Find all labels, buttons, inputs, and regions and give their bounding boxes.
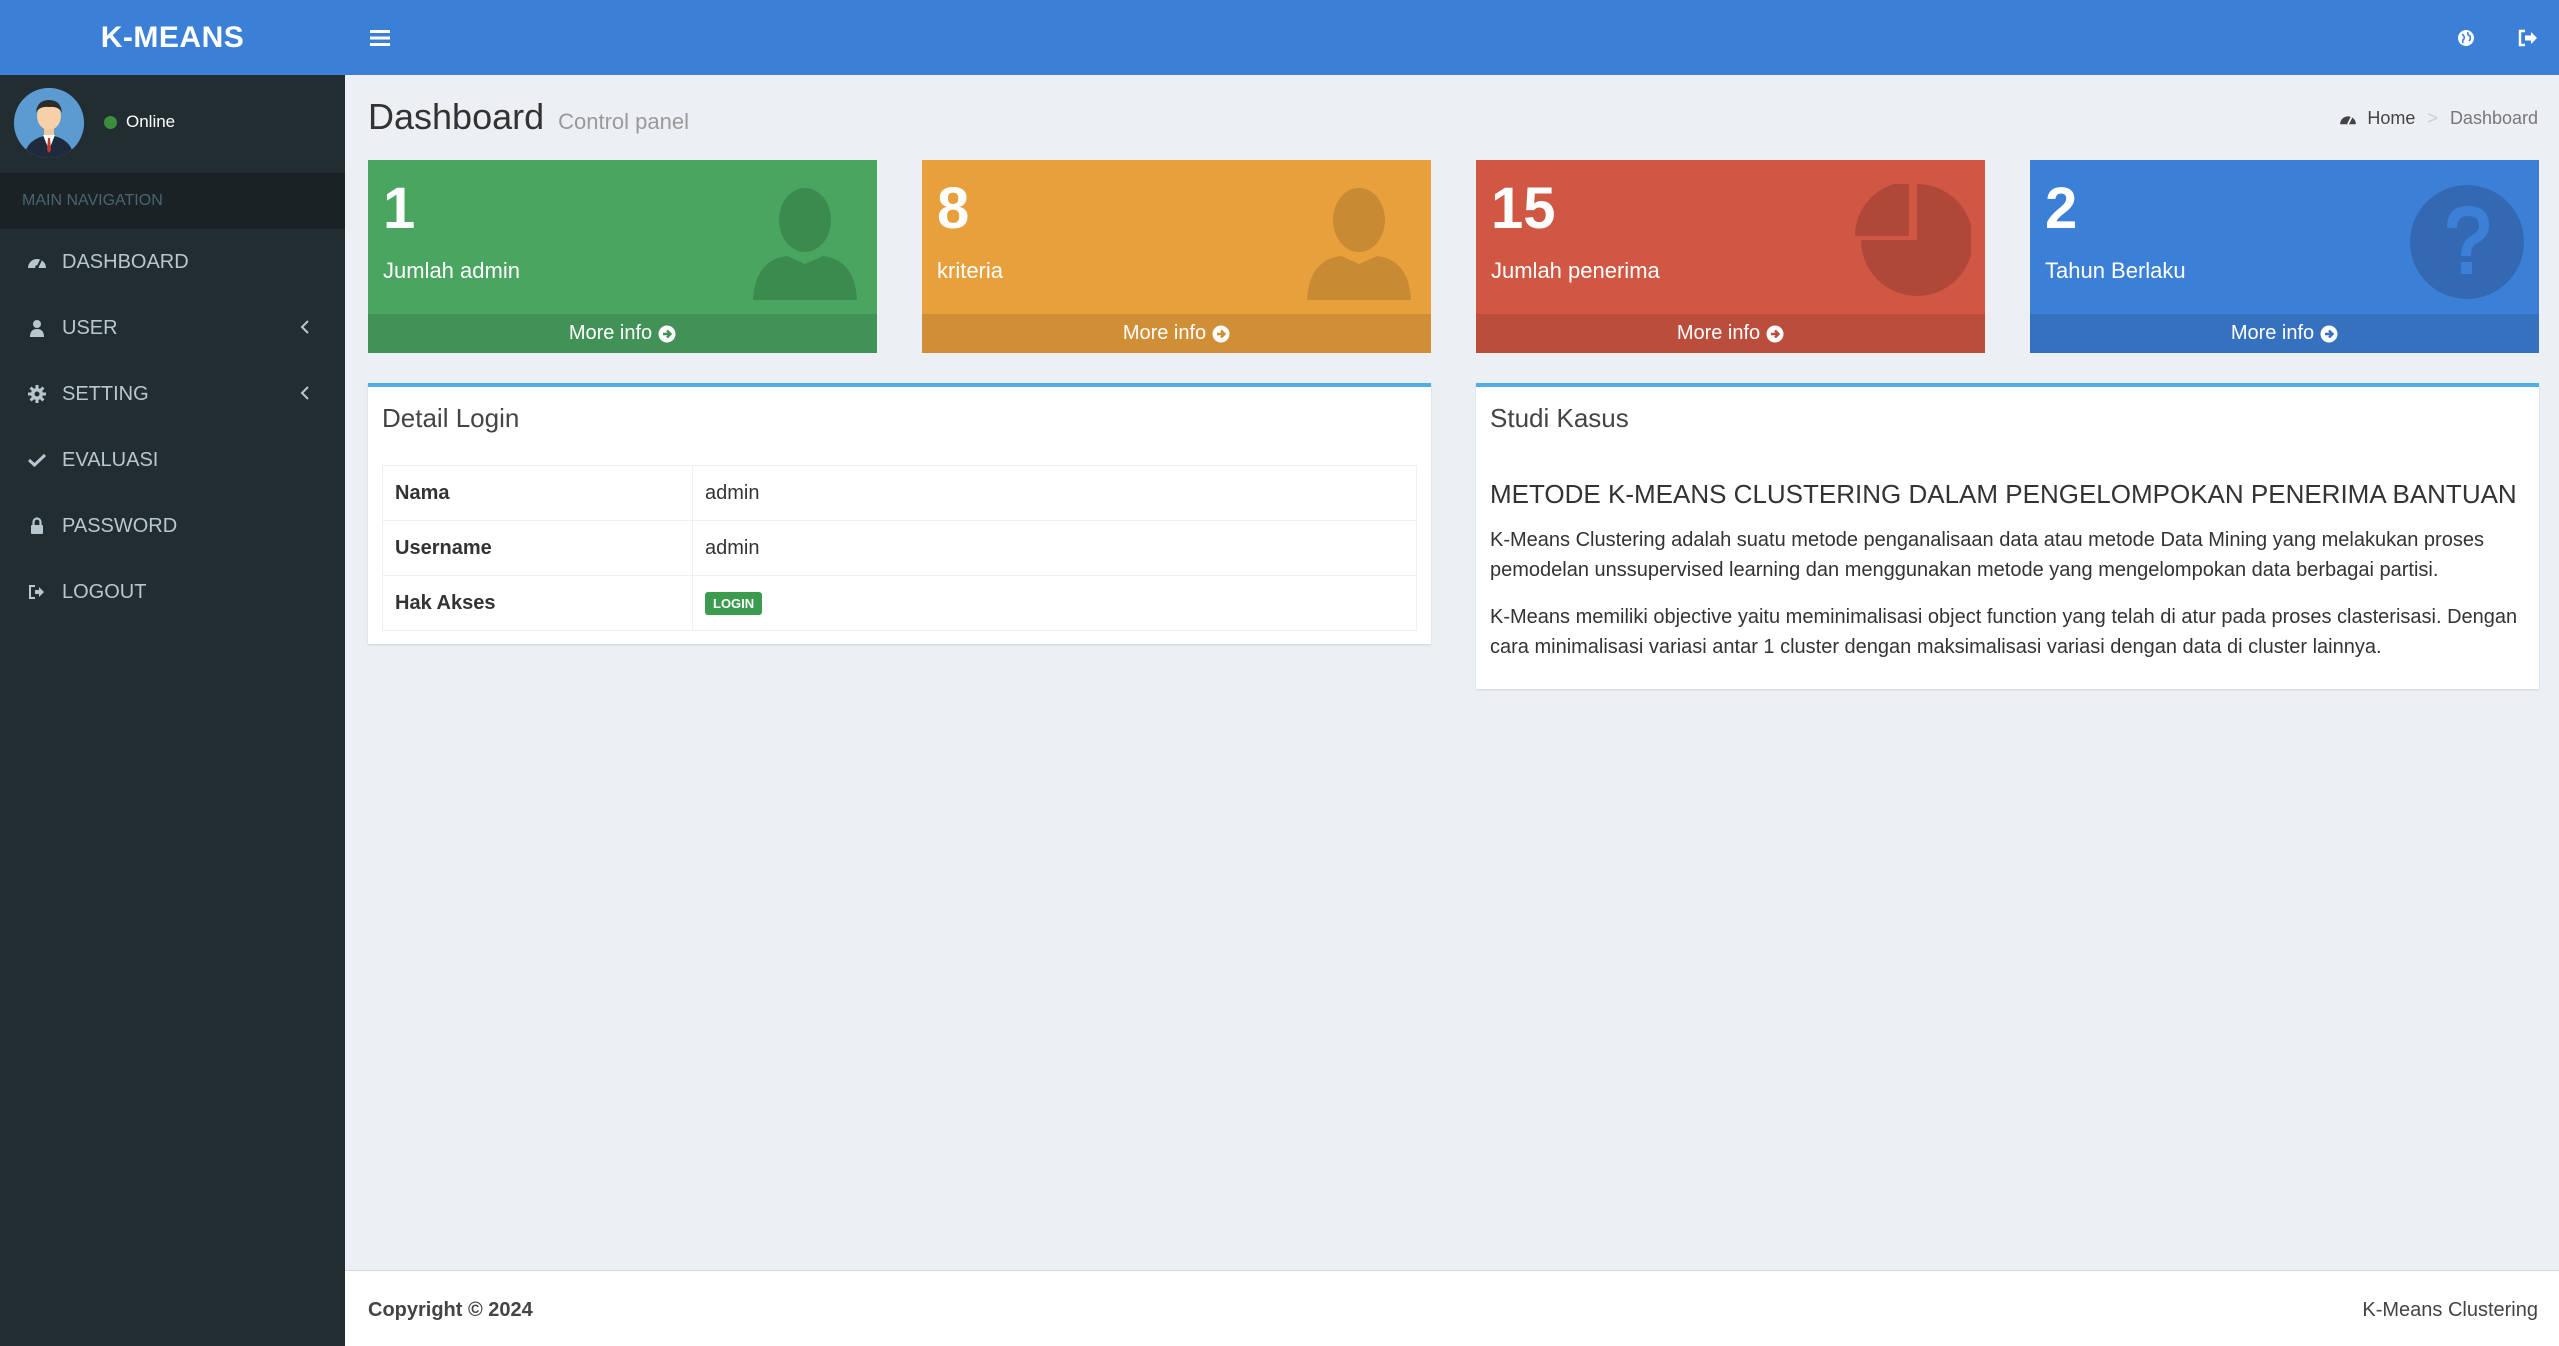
status-badge: LOGIN <box>705 592 763 615</box>
table-row: Username admin <box>382 520 1417 576</box>
table-row: Hak Akses LOGIN <box>382 575 1417 631</box>
table-value: admin <box>692 465 1417 521</box>
question-circle-icon <box>2410 185 2524 299</box>
study-paragraph: K-Means Clustering adalah suatu metode p… <box>1490 529 2484 581</box>
person-icon <box>1307 188 1411 300</box>
sidebar-item-evaluasi[interactable]: EVALUASI <box>0 427 345 493</box>
sidebar-item-setting[interactable]: SETTING <box>0 361 345 427</box>
box-title: Studi Kasus <box>1490 403 1629 433</box>
person-icon <box>753 188 857 300</box>
more-info-link[interactable]: More info <box>2030 314 2539 353</box>
stat-box-penerima: 15 Jumlah penerima More info <box>1476 160 1985 353</box>
logout-icon <box>26 581 48 603</box>
chevron-left-icon <box>295 317 315 337</box>
sidebar-item-label: LOGOUT <box>62 580 147 603</box>
arrow-circle-right-icon <box>1212 325 1230 343</box>
studi-kasus-box: Studi Kasus METODE K-MEANS CLUSTERING DA… <box>1476 383 2539 689</box>
sidebar: Online MAIN NAVIGATION DASHBOARD USER SE… <box>0 75 345 1346</box>
user-icon <box>26 317 48 339</box>
pie-chart-icon <box>1855 184 1971 296</box>
more-info-link[interactable]: More info <box>368 314 877 353</box>
dashboard-icon <box>2340 115 2357 125</box>
signout-button[interactable] <box>2497 0 2559 75</box>
nav-header: MAIN NAVIGATION <box>0 173 345 229</box>
detail-login-box: Detail Login Nama admin Username admin H… <box>368 383 1431 644</box>
sidebar-item-logout[interactable]: LOGOUT <box>0 559 345 625</box>
stat-box-admin: 1 Jumlah admin More info <box>368 160 877 353</box>
content-header: Dashboard Control panel <box>368 96 689 138</box>
more-info-label: More info <box>1676 322 1761 344</box>
footer-app-name: K-Means Clustering <box>2362 1299 2538 1321</box>
arrow-circle-right-icon <box>658 325 676 343</box>
more-info-label: More info <box>1122 322 1207 344</box>
sidebar-item-label: SETTING <box>62 382 149 405</box>
copyright: Copyright © 2024 <box>368 1299 533 1321</box>
dashboard-icon <box>26 251 48 273</box>
sidebar-item-user[interactable]: USER <box>0 295 345 361</box>
table-key: Username <box>382 520 693 576</box>
more-info-link[interactable]: More info <box>922 314 1431 353</box>
more-info-label: More info <box>568 322 653 344</box>
app-logo[interactable]: K-MEANS <box>0 0 345 75</box>
sidebar-item-dashboard[interactable]: DASHBOARD <box>0 229 345 295</box>
main-footer: Copyright © 2024 K-Means Clustering <box>345 1270 2559 1346</box>
check-icon <box>26 449 48 471</box>
sign-out-icon <box>2518 29 2537 46</box>
stat-box-tahun: 2 Tahun Berlaku More info <box>2030 160 2539 353</box>
stat-box-kriteria: 8 kriteria More info <box>922 160 1431 353</box>
table-value: admin <box>692 520 1417 576</box>
avatar <box>14 88 84 158</box>
sidebar-item-password[interactable]: PASSWORD <box>0 493 345 559</box>
table-key: Nama <box>382 465 693 521</box>
status-dot-icon <box>104 115 117 129</box>
login-table: Nama admin Username admin Hak Akses LOGI… <box>382 465 1417 631</box>
user-panel: Online <box>0 75 345 173</box>
more-info-label: More info <box>2230 322 2315 344</box>
sidebar-item-label: DASHBOARD <box>62 250 189 273</box>
study-paragraph: K-Means memiliki objective yaitu meminim… <box>1490 606 2518 658</box>
sidebar-item-label: USER <box>62 316 118 339</box>
table-value: LOGIN <box>692 575 1417 631</box>
sidebar-item-label: EVALUASI <box>62 448 159 471</box>
page-subtitle: Control panel <box>558 109 689 134</box>
arrow-circle-right-icon <box>2320 325 2338 343</box>
breadcrumb: Home > Dashboard <box>2339 108 2538 129</box>
top-navbar: K-MEANS <box>0 0 2559 75</box>
breadcrumb-current: Dashboard <box>2449 108 2538 128</box>
globe-icon <box>2458 29 2474 46</box>
arrow-circle-right-icon <box>1766 325 1784 343</box>
online-label: Online <box>126 112 176 131</box>
chevron-left-icon <box>295 383 315 403</box>
online-status: Online <box>104 112 175 132</box>
globe-button[interactable] <box>2435 0 2497 75</box>
hamburger-icon <box>370 30 390 46</box>
box-title: Detail Login <box>382 403 520 433</box>
page-title: Dashboard <box>368 96 545 137</box>
gear-icon <box>26 383 48 405</box>
sidebar-toggle-button[interactable] <box>360 18 400 58</box>
more-info-link[interactable]: More info <box>1476 314 1985 353</box>
study-heading: METODE K-MEANS CLUSTERING DALAM PENGELOM… <box>1490 479 2517 509</box>
table-key: Hak Akses <box>382 575 693 631</box>
breadcrumb-home-link[interactable]: Home <box>2367 108 2415 129</box>
lock-icon <box>26 515 48 537</box>
sidebar-item-label: PASSWORD <box>62 514 178 537</box>
table-row: Nama admin <box>382 465 1417 521</box>
breadcrumb-separator: > <box>2427 108 2438 128</box>
